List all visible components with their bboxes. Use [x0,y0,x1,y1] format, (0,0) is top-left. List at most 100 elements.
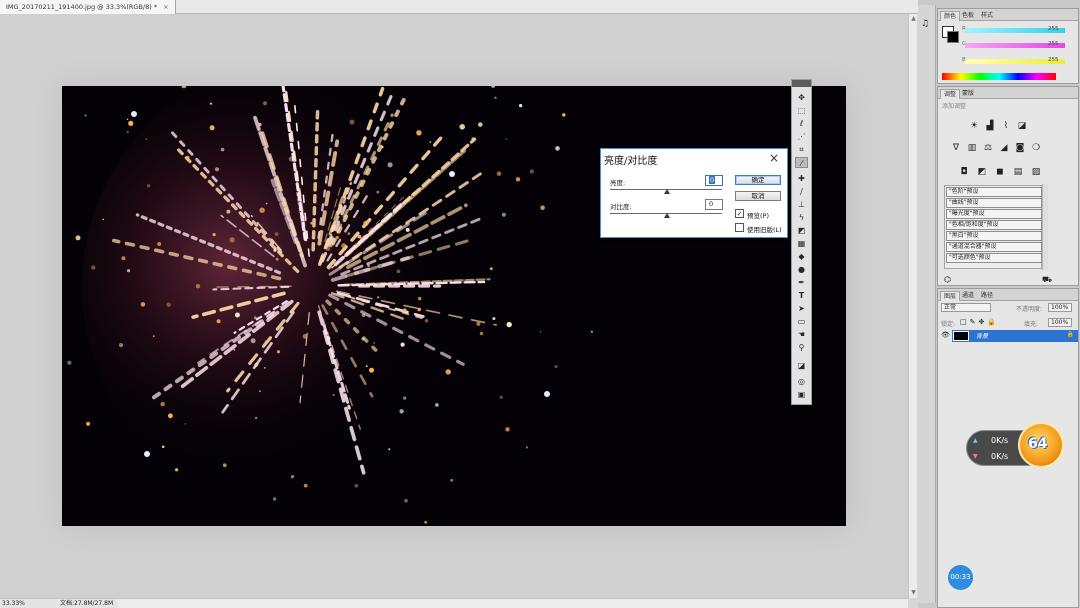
document-tab-close-icon[interactable]: × [163,3,168,11]
brightness-adjust-icon[interactable]: ☀ [968,121,980,132]
document-tab[interactable]: IMG_20170211_191400.jpg @ 33.3%(RGB/8) *… [0,0,176,14]
invert-adjust-icon[interactable]: ◘ [958,167,970,178]
ok-button[interactable]: 确定 [735,175,781,185]
shape-tool-icon[interactable]: ▭ [795,316,808,327]
firework-spark [347,232,351,236]
scroll-down-icon[interactable]: ▼ [910,589,917,597]
preset-exposure[interactable]: "曝光度"预设 [946,209,1042,219]
color-spectrum-bar[interactable] [942,73,1056,80]
color-balance-adjust-icon[interactable]: ⚖ [982,143,994,154]
preset-curves[interactable]: "曲线"预设 [946,198,1042,208]
quick-select-tool-icon[interactable]: ⋰ [795,131,808,142]
scroll-up-icon[interactable]: ▲ [910,15,917,23]
preset-selective-color[interactable]: "可选颜色"预设 [946,253,1042,263]
preset-channel-mixer[interactable]: "通道混合器"预设 [946,242,1042,252]
vertical-scrollbar[interactable]: ▲ ▼ [908,14,917,598]
brightness-slider-thumb[interactable] [664,189,670,194]
levels-adjust-icon[interactable]: ▟ [984,121,996,132]
tab-swatches[interactable]: 色板 [959,11,977,21]
tools-panel-header[interactable] [792,80,811,87]
move-tool-icon[interactable]: ✥ [795,92,808,103]
eraser-tool-icon[interactable]: ◩ [795,225,808,236]
color-swatches-icon[interactable]: ◪ [795,360,808,371]
presets-scrollbar[interactable] [1042,184,1048,270]
contrast-slider-thumb[interactable] [664,213,670,218]
gradient-tool-icon[interactable]: ▦ [795,238,808,249]
type-tool-icon[interactable]: T [795,290,808,301]
adjustments-delete-icon[interactable]: ⛟ [1042,275,1052,285]
firework-spark [102,218,105,221]
opacity-input[interactable]: 100% [1048,303,1072,312]
cancel-button[interactable]: 取消 [735,191,781,201]
history-brush-tool-icon[interactable]: ϟ [795,212,808,223]
preset-hue-saturation[interactable]: "色相/饱和度"预设 [946,220,1042,230]
tab-layers[interactable]: 图层 [940,291,961,301]
firework-spark [126,269,131,273]
layer-visibility-eye-icon[interactable]: 👁 [941,331,950,339]
blur-tool-icon[interactable]: ◆ [795,251,808,262]
channel-g-value[interactable]: 255 [1048,41,1059,47]
collapsed-panel-icon[interactable]: ♫ [921,19,929,29]
exposure-adjust-icon[interactable]: ◪ [1016,121,1028,132]
tab-paths[interactable]: 路径 [978,291,996,301]
zoom-tool-icon[interactable]: ⚲ [795,342,808,353]
network-speed-widget[interactable]: ▲ 0K/s ▼ 0K/s 64 [966,422,1066,468]
layer-row-background[interactable]: 背景 🔒 [952,330,1078,342]
selective-color-adjust-icon[interactable]: ▨ [1030,167,1042,178]
firework-spark [445,369,451,375]
lasso-tool-icon[interactable]: ℓ [795,118,808,129]
firework-spark [365,365,368,368]
vibrance-adjust-icon[interactable]: ∇ [950,143,962,154]
stamp-tool-icon[interactable]: ⊥ [795,199,808,210]
preset-levels[interactable]: "色阶"预设 [946,187,1042,197]
lock-icons[interactable]: □✎✥🔒 [960,318,999,326]
firework-spark [373,342,376,344]
contrast-input[interactable]: 0 [705,199,723,210]
dodge-tool-icon[interactable]: ● [795,264,808,275]
tab-channels[interactable]: 通道 [959,291,977,301]
speed-badge[interactable]: 64 [1018,422,1064,468]
brush-tool-icon[interactable]: ∕ [795,186,808,197]
firework-spark [310,221,314,225]
firework-spark [349,119,355,125]
healing-tool-icon[interactable]: ✚ [795,173,808,184]
eyedropper-tool-icon[interactable]: ⁄ [795,157,808,168]
recording-timer[interactable]: 00:33 [948,565,973,590]
dialog-close-icon[interactable]: × [769,151,779,165]
tab-color[interactable]: 颜色 [940,11,961,21]
tab-styles[interactable]: 样式 [978,11,996,21]
tab-adjustments[interactable]: 调整 [940,89,961,99]
marquee-tool-icon[interactable]: ⬚ [795,105,808,116]
hand-tool-icon[interactable]: ☚ [795,329,808,340]
gradient-map-adjust-icon[interactable]: ▤ [1012,167,1024,178]
posterize-adjust-icon[interactable]: ◩ [976,167,988,178]
channel-mixer-adjust-icon[interactable]: ❍ [1030,143,1042,154]
curves-adjust-icon[interactable]: ⌇ [1000,121,1012,132]
preset-black-white[interactable]: "黑白"预设 [946,231,1042,241]
blend-mode-select[interactable]: 正常 [941,303,991,312]
screen-mode-icon[interactable]: ▣ [795,389,808,400]
background-color-swatch[interactable] [947,31,959,43]
brightness-input[interactable]: 0 [705,175,723,186]
speed-badge-value: 64 [1028,436,1048,452]
adjustments-footer-icon[interactable]: ⌬ [944,275,951,284]
pen-tool-icon[interactable]: ✒ [795,277,808,288]
preview-checkbox[interactable]: ✓ [735,209,744,218]
tab-masks[interactable]: 蒙版 [959,89,977,99]
photo-filter-adjust-icon[interactable]: ◙ [1014,143,1026,154]
layer-name[interactable]: 背景 [976,331,988,340]
adjustments-panel: 调整 蒙版 添加调整 ☀ ▟ ⌇ ◪ ∇ ▥ ⚖ ◢ ◙ ❍ ◘ ◩ ◼ ▤ ▨… [937,86,1079,286]
black-white-adjust-icon[interactable]: ◢ [998,143,1010,154]
threshold-adjust-icon[interactable]: ◼ [994,167,1006,178]
hue-saturation-adjust-icon[interactable]: ▥ [966,143,978,154]
legacy-checkbox[interactable] [735,223,744,232]
dialog-title[interactable]: 亮度/对比度 [604,152,657,167]
fill-input[interactable]: 100% [1048,318,1072,327]
channel-b-value[interactable]: 255 [1048,57,1059,63]
channel-r-value[interactable]: 255 [1048,26,1059,32]
quick-mask-icon[interactable]: ◎ [795,376,808,387]
horizontal-scrollbar[interactable] [44,598,908,608]
crop-tool-icon[interactable]: ⌗ [795,144,808,155]
path-select-tool-icon[interactable]: ➤ [795,303,808,314]
zoom-level[interactable]: 33.33% [2,599,25,608]
